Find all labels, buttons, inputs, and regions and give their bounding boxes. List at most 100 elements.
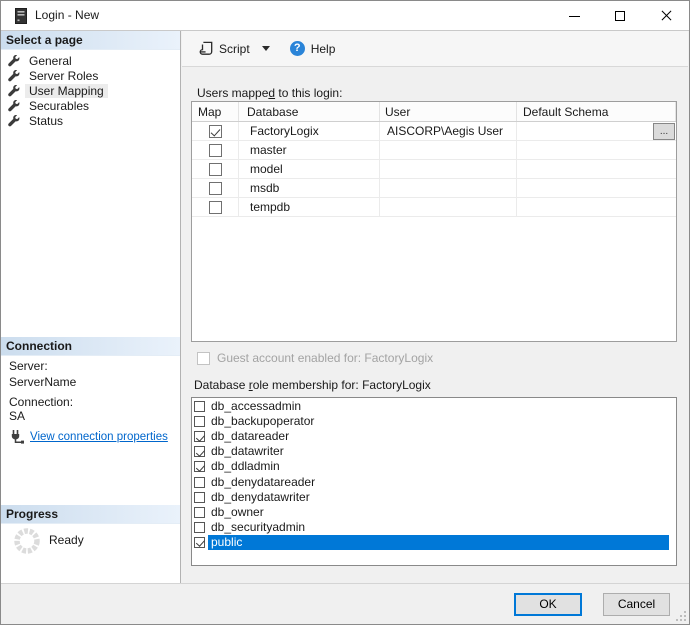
server-value: ServerName — [9, 375, 76, 389]
select-a-page-header: Select a page — [1, 31, 180, 50]
footer: OK Cancel — [1, 583, 689, 624]
user-cell: AISCORP\Aegis User — [380, 122, 517, 140]
default-schema-cell[interactable] — [517, 198, 676, 216]
resize-grip[interactable] — [675, 610, 687, 622]
users-table-column-header: User — [380, 102, 517, 121]
role-checkbox[interactable] — [194, 507, 205, 518]
minimize-icon — [569, 16, 580, 17]
guest-account-checkbox — [197, 352, 210, 365]
role-list-item[interactable]: db_datareader — [192, 429, 676, 444]
script-dropdown-arrow-icon[interactable] — [262, 46, 270, 51]
users-table-column-header: Map — [192, 102, 239, 121]
users-table-row[interactable]: master — [192, 141, 676, 160]
progress-header: Progress — [1, 505, 180, 524]
ok-button[interactable]: OK — [514, 593, 582, 616]
role-checkbox[interactable] — [194, 401, 205, 412]
window-title: Login - New — [35, 1, 99, 30]
wrench-icon — [8, 115, 20, 127]
role-list-item[interactable]: db_backupoperator — [192, 414, 676, 429]
role-list-item[interactable]: db_owner — [192, 505, 676, 520]
role-membership-label: Database role membership for: FactoryLog… — [194, 378, 431, 392]
map-checkbox[interactable] — [209, 182, 222, 195]
sidebar-page-item[interactable]: Securables — [1, 98, 180, 113]
cancel-button[interactable]: Cancel — [603, 593, 670, 616]
default-schema-cell[interactable] — [517, 179, 676, 197]
main-panel: Script ? Help Users mapped to this login… — [182, 31, 688, 584]
progress-spinner-icon — [13, 527, 41, 555]
map-checkbox[interactable] — [209, 125, 222, 138]
user-cell — [380, 179, 517, 197]
users-mapped-label: Users mapped to this login: — [197, 86, 342, 100]
users-table-row[interactable]: model — [192, 160, 676, 179]
help-icon: ? — [290, 41, 305, 56]
users-table-column-header: Database — [239, 102, 380, 121]
close-button[interactable] — [643, 1, 689, 30]
database-cell: model — [239, 160, 380, 178]
sidebar: Select a page General Server Roles User … — [1, 31, 181, 584]
login-server-icon — [15, 8, 27, 24]
default-schema-browse-button[interactable]: ... — [653, 123, 675, 140]
role-checkbox[interactable] — [194, 522, 205, 533]
titlebar: Login - New — [1, 1, 689, 31]
role-list-item[interactable]: public — [192, 535, 676, 550]
sidebar-page-item[interactable]: User Mapping — [1, 83, 180, 98]
role-list-item[interactable]: db_securityadmin — [192, 520, 676, 535]
role-checkbox[interactable] — [194, 477, 205, 488]
progress-status: Ready — [49, 533, 84, 547]
role-list-item[interactable]: db_accessadmin — [192, 399, 676, 414]
map-checkbox[interactable] — [209, 163, 222, 176]
minimize-button[interactable] — [551, 1, 597, 30]
database-cell: master — [239, 141, 380, 159]
sidebar-page-item[interactable]: General — [1, 53, 180, 68]
maximize-button[interactable] — [597, 1, 643, 30]
user-cell — [380, 198, 517, 216]
role-checkbox[interactable] — [194, 446, 205, 457]
role-list-item[interactable]: db_denydatawriter — [192, 490, 676, 505]
wrench-icon — [8, 55, 20, 67]
role-list-item[interactable]: db_ddladmin — [192, 459, 676, 474]
help-label: Help — [311, 42, 336, 56]
guest-account-row: Guest account enabled for: FactoryLogix — [197, 351, 433, 365]
server-label: Server: — [9, 359, 48, 373]
role-checkbox[interactable] — [194, 431, 205, 442]
connection-value: SA — [9, 409, 25, 423]
wrench-icon — [8, 70, 20, 82]
view-connection-properties-link[interactable]: View connection properties — [30, 431, 168, 443]
users-table-column-header: Default Schema — [517, 102, 676, 121]
maximize-icon — [615, 11, 625, 21]
users-mapped-table: MapDatabaseUserDefault Schema FactoryLog… — [191, 101, 677, 342]
map-checkbox[interactable] — [209, 201, 222, 214]
connection-header: Connection — [1, 337, 180, 356]
role-checkbox[interactable] — [194, 461, 205, 472]
role-list-item[interactable]: db_datawriter — [192, 444, 676, 459]
users-table-row[interactable]: msdb — [192, 179, 676, 198]
users-table-body: FactoryLogix AISCORP\Aegis User master m… — [192, 122, 676, 217]
script-button[interactable]: Script — [195, 36, 274, 62]
toolbar: Script ? Help — [182, 31, 688, 67]
wrench-icon — [8, 100, 20, 112]
close-icon — [660, 15, 673, 16]
default-schema-cell[interactable] — [517, 160, 676, 178]
guest-account-label: Guest account enabled for: FactoryLogix — [217, 351, 433, 365]
default-schema-cell[interactable] — [517, 141, 676, 159]
role-checkbox[interactable] — [194, 416, 205, 427]
connection-label: Connection: — [9, 395, 73, 409]
login-new-dialog: Login - New Select a page General Server… — [0, 0, 690, 625]
role-checkbox[interactable] — [194, 537, 205, 548]
help-button[interactable]: ? Help — [274, 36, 340, 62]
role-checkbox[interactable] — [194, 492, 205, 503]
database-cell: tempdb — [239, 198, 380, 216]
sidebar-page-item[interactable]: Server Roles — [1, 68, 180, 83]
users-table-header-row: MapDatabaseUserDefault Schema — [192, 102, 676, 122]
connection-properties-icon — [9, 429, 25, 445]
script-icon — [199, 41, 213, 56]
role-list-item[interactable]: db_denydatareader — [192, 474, 676, 489]
map-checkbox[interactable] — [209, 144, 222, 157]
script-label: Script — [219, 42, 250, 56]
role-membership-list[interactable]: db_accessadmin db_backupoperator db_data… — [191, 397, 677, 566]
database-cell: msdb — [239, 179, 380, 197]
users-table-row[interactable]: FactoryLogix AISCORP\Aegis User — [192, 122, 676, 141]
sidebar-page-item[interactable]: Status — [1, 113, 180, 128]
users-table-row[interactable]: tempdb — [192, 198, 676, 217]
user-cell — [380, 141, 517, 159]
